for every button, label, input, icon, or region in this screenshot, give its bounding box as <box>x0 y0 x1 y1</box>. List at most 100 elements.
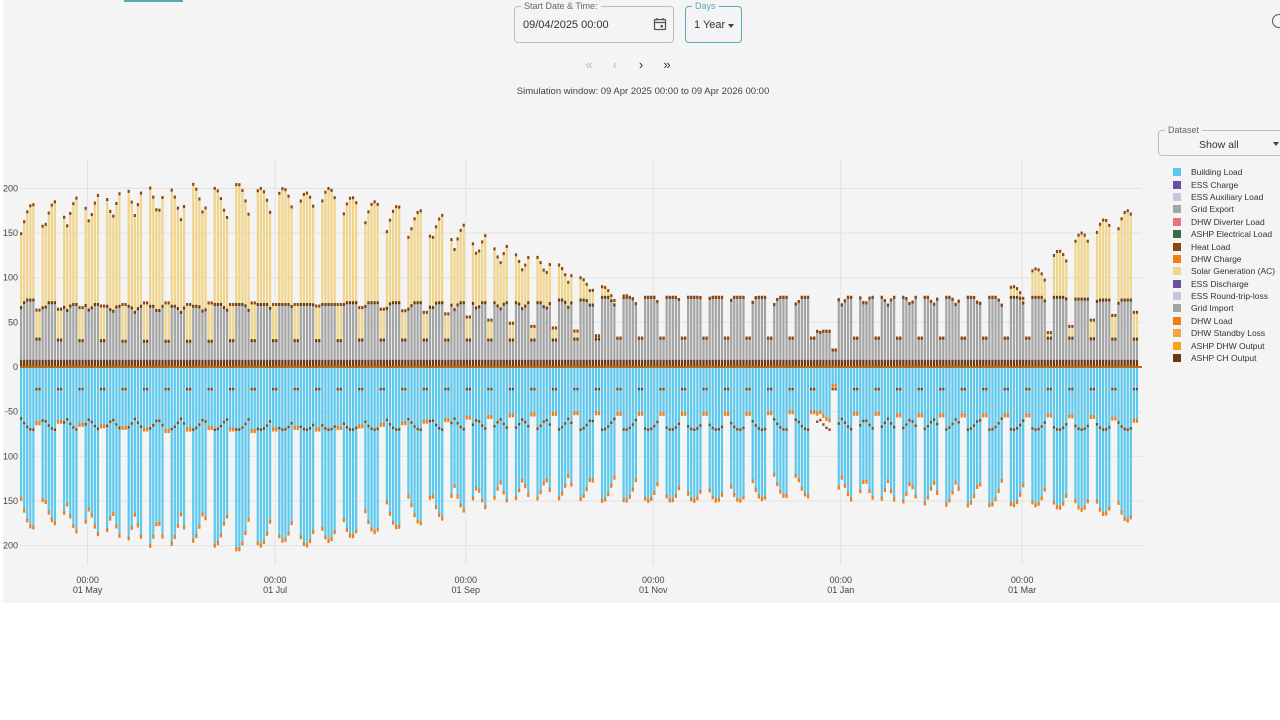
bar-heat-load <box>84 422 87 426</box>
bar-ashp-ch-output <box>235 359 238 367</box>
bar-heat-load <box>960 387 963 391</box>
bar-heat-load <box>330 188 333 192</box>
bar-ashp-ch-output <box>324 359 327 367</box>
bar-ashp-ch-output <box>75 302 78 306</box>
bar-heat-load <box>723 336 727 340</box>
bar-heat-load <box>219 424 223 428</box>
legend-item[interactable]: ESS Discharge <box>1173 278 1275 290</box>
chevron-double-left-icon[interactable]: « <box>581 57 597 73</box>
bar-heat-load <box>1037 268 1040 272</box>
bar-ashp-ch-output <box>674 359 677 367</box>
bar-heat-load <box>1126 428 1129 431</box>
bar-grid-import <box>96 304 100 367</box>
bar-building-load <box>182 367 186 528</box>
start-date-field[interactable]: Start Date & Time: 09/04/2025 00:00 <box>514 0 674 43</box>
bar-solar-generation <box>232 304 235 341</box>
bar-grid-import <box>1102 300 1105 367</box>
bar-heat-load <box>1034 428 1037 431</box>
legend-item[interactable]: Grid Export <box>1173 203 1275 215</box>
calendar-icon[interactable] <box>653 17 667 31</box>
bar-heat-load <box>210 387 213 391</box>
legend-item[interactable]: Building Load <box>1173 166 1275 178</box>
chevron-right-icon[interactable]: › <box>633 57 649 73</box>
caret-down-icon[interactable] <box>1273 142 1279 146</box>
bar-ashp-ch-output <box>1031 295 1034 299</box>
bar-heat-load <box>192 182 195 186</box>
bar-heat-load <box>1135 387 1139 391</box>
bar-building-load <box>600 367 604 501</box>
days-value[interactable]: 1 Year <box>694 19 725 31</box>
bar-building-load <box>69 367 72 517</box>
bar-ashp-ch-output <box>474 306 478 310</box>
info-icon[interactable] <box>1272 14 1280 28</box>
bar-heat-load <box>951 422 954 426</box>
bar-ashp-ch-output <box>290 359 293 367</box>
legend-item[interactable]: Solar Generation (AC) <box>1173 265 1275 277</box>
legend-item[interactable]: ESS Auxiliary Load <box>1173 191 1275 203</box>
bar-grid-import <box>385 308 389 367</box>
bar-solar-generation <box>167 302 170 342</box>
bar-solar-generation <box>376 204 379 303</box>
bar-grid-import <box>496 305 499 367</box>
legend-item[interactable]: ASHP Electrical Load <box>1173 228 1275 240</box>
bar-ashp-ch-output <box>189 359 192 367</box>
bar-solar-generation <box>330 190 333 305</box>
bar-dhw-charge <box>444 418 447 423</box>
bar-building-load <box>210 367 213 428</box>
bar-ashp-ch-output <box>1037 295 1040 299</box>
bar-building-load <box>465 367 468 418</box>
legend-item[interactable]: ASHP DHW Output <box>1173 339 1275 351</box>
legend-item[interactable]: ESS Charge <box>1173 178 1275 190</box>
bar-ashp-ch-output <box>201 309 204 313</box>
bar-ashp-ch-output <box>502 359 505 367</box>
legend-label: ESS Discharge <box>1191 278 1249 289</box>
bar-grid-import <box>693 297 696 367</box>
bar-ashp-ch-output <box>47 359 50 367</box>
bar-ashp-ch-output <box>1135 337 1139 341</box>
bar-heat-load <box>877 336 880 340</box>
bar-grid-import <box>170 306 173 367</box>
bar-building-load <box>474 367 478 489</box>
legend-item[interactable]: ASHP CH Output <box>1173 352 1275 364</box>
legend-item[interactable]: DHW Load <box>1173 315 1275 327</box>
days-select[interactable]: Days 1 Year <box>685 0 742 43</box>
bar-heat-load <box>573 387 576 391</box>
bar-heat-load <box>951 297 954 301</box>
legend-item[interactable]: Grid Import <box>1173 302 1275 314</box>
bar-heat-load <box>152 195 155 199</box>
bar-dhw-charge <box>176 523 179 528</box>
bar-ashp-ch-output <box>229 359 232 367</box>
bar-grid-import <box>1105 300 1108 367</box>
bar-heat-load <box>926 295 930 299</box>
bar-grid-import <box>419 302 422 367</box>
chevron-double-right-icon[interactable]: » <box>659 57 675 73</box>
bar-heat-load <box>78 387 81 391</box>
bar-dhw-charge <box>748 411 751 416</box>
bar-ashp-ch-output <box>434 301 438 305</box>
bar-grid-import <box>1055 297 1059 367</box>
legend-item[interactable]: DHW Standby Loss <box>1173 327 1275 339</box>
bar-ashp-ch-output <box>441 359 444 367</box>
caret-down-icon[interactable] <box>728 24 734 28</box>
bar-building-load <box>1043 367 1046 490</box>
bar-heat-load <box>413 217 416 221</box>
bar-heat-load <box>1052 426 1056 429</box>
start-date-value[interactable]: 09/04/2025 00:00 <box>523 19 609 31</box>
dataset-value[interactable]: Show all <box>1199 139 1239 151</box>
dataset-select[interactable]: Dataset Show all <box>1158 124 1280 156</box>
legend-item[interactable]: DHW Charge <box>1173 253 1275 265</box>
legend-item[interactable]: DHW Diverter Load <box>1173 216 1275 228</box>
bar-building-load <box>806 367 810 497</box>
bar-building-load <box>723 367 727 414</box>
chart-legend: Building Load ESS Charge ESS Auxiliary Loa… <box>1173 166 1275 364</box>
bar-ashp-ch-output <box>299 302 302 306</box>
legend-item[interactable]: Heat Load <box>1173 240 1275 252</box>
bar-dhw-charge <box>564 483 567 488</box>
bar-ashp-ch-output <box>1092 337 1096 341</box>
bar-grid-import <box>284 304 287 367</box>
legend-item[interactable]: ESS Round-trip-loss <box>1173 290 1275 302</box>
bar-ashp-ch-output <box>653 359 656 367</box>
bar-heat-load <box>853 336 856 340</box>
chevron-left-icon[interactable]: ‹ <box>607 57 623 73</box>
bar-ashp-ch-output <box>50 301 53 305</box>
